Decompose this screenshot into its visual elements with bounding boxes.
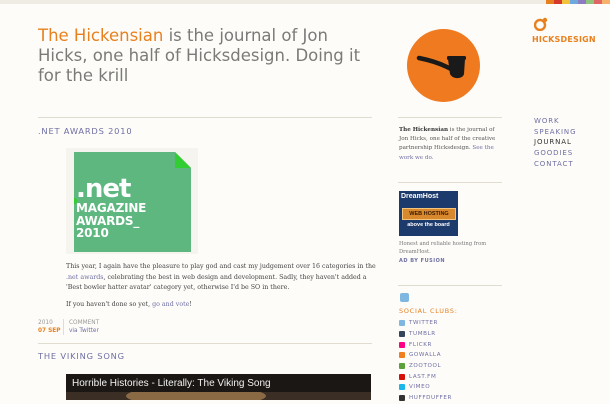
social-item-tumblr: TUMBLR	[399, 329, 452, 340]
post-text: !	[189, 300, 192, 308]
social-item-flickr: FLICKR	[399, 339, 452, 350]
main-nav: WORK SPEAKING JOURNAL GOODIES CONTACT	[534, 116, 576, 170]
social-item-lastfm: LAST.FM	[399, 371, 452, 382]
post-day: 07 SEP	[38, 328, 61, 334]
huffduffer-icon	[399, 395, 405, 402]
social-link-flickr[interactable]: FLICKR	[409, 342, 432, 348]
post-paragraph-1: This year, I again have the pleasure to …	[66, 262, 376, 294]
post-body: This year, I again have the pleasure to …	[66, 262, 376, 316]
social-link-vimeo[interactable]: VIMEO	[409, 384, 430, 390]
social-item-gowalla: GOWALLA	[399, 350, 452, 361]
sidebar-divider-bottom	[398, 285, 502, 286]
zootool-icon	[399, 363, 405, 370]
ad-badge: WEB HOSTING	[402, 208, 456, 220]
lastfm-icon	[399, 373, 405, 380]
post-title[interactable]: .NET AWARDS 2010	[38, 126, 132, 136]
social-item-twitter: TWITTER	[399, 318, 452, 329]
dreamhost-ad[interactable]: DreamHost WEB HOSTING above the board	[399, 191, 458, 236]
post-year: 2010	[38, 320, 53, 326]
tumblr-icon	[399, 331, 405, 338]
post-date: 2010 07 SEP	[38, 319, 62, 335]
social-clubs-heading: SOCIAL CLUBS:	[399, 307, 458, 315]
post-paragraph-2: If you haven't done so yet, go and vote!	[66, 300, 376, 311]
about-blurb: The Hickensian is the journal of Jon Hic…	[399, 126, 503, 163]
badge-net: .net	[76, 174, 131, 204]
post-text: If you haven't done so yet,	[66, 300, 153, 308]
sidebar-divider-middle	[398, 182, 502, 183]
gowalla-icon	[399, 352, 405, 359]
video-title[interactable]: Horrible Histories - Literally: The Viki…	[72, 378, 271, 389]
sidebar-divider-top	[398, 117, 502, 118]
ad-tagline: above the board	[407, 222, 450, 228]
nav-item-journal[interactable]: JOURNAL	[534, 137, 576, 148]
brand-name: HICKSDESIGN	[532, 35, 596, 44]
nav-item-speaking[interactable]: SPEAKING	[534, 127, 576, 138]
nav-item-contact[interactable]: CONTACT	[534, 159, 576, 170]
social-link-huffduffer[interactable]: HUFFDUFFER	[409, 395, 452, 401]
color-strip	[546, 0, 610, 4]
vimeo-icon	[399, 384, 405, 391]
badge-line-3: 2010	[76, 226, 109, 240]
about-site-name: The Hickensian	[399, 127, 449, 133]
comment-block: COMMENT via Twitter	[69, 319, 109, 335]
social-item-zootool: ZOOTOOL	[399, 361, 452, 372]
site-name-link[interactable]: The Hickensian	[38, 26, 163, 45]
post-text: , celebrating the best in web design and…	[66, 273, 367, 292]
hicksdesign-logo[interactable]: HICKSDESIGN	[532, 17, 602, 47]
top-band	[0, 0, 610, 4]
video-player[interactable]: Horrible Histories - Literally: The Viki…	[66, 374, 371, 400]
meta-separator	[63, 319, 64, 335]
post2-title[interactable]: THE VIKING SONG	[38, 351, 125, 361]
social-link-lastfm[interactable]: LAST.FM	[409, 374, 436, 380]
twitter-icon	[399, 320, 405, 327]
post-divider	[38, 343, 372, 344]
pipe-logo-icon	[407, 29, 480, 102]
vote-link[interactable]: go and vote	[152, 301, 189, 308]
social-item-huffduffer: HUFFDUFFER	[399, 393, 452, 404]
ad-logo-text: DreamHost	[401, 193, 439, 200]
ad-by-fusion-link[interactable]: AD BY FUSION	[399, 258, 445, 264]
social-link-zootool[interactable]: ZOOTOOL	[409, 363, 441, 369]
header-divider	[38, 117, 372, 118]
nav-item-work[interactable]: WORK	[534, 116, 576, 127]
ad-caption[interactable]: Honest and reliable hosting from DreamHo…	[399, 240, 499, 256]
badge-line-1: MAGAZINE	[76, 201, 147, 215]
twitter-bird-icon[interactable]	[400, 293, 409, 302]
social-link-tumblr[interactable]: TUMBLR	[409, 331, 436, 337]
masthead: The Hickensian is the journal of Jon Hic…	[38, 26, 378, 86]
nav-item-goodies[interactable]: GOODIES	[534, 148, 576, 159]
flickr-icon	[399, 341, 405, 348]
comment-via-twitter-link[interactable]: via Twitter	[69, 328, 99, 334]
social-list: TWITTER TUMBLR FLICKR GOWALLA ZOOTOOL LA…	[399, 318, 452, 404]
social-link-gowalla[interactable]: GOWALLA	[409, 352, 441, 358]
badge-text: .net MAGAZINE AWARDS_ 2010	[76, 176, 186, 240]
hicksdesign-mark-icon	[534, 17, 548, 31]
social-link-twitter[interactable]: TWITTER	[409, 320, 438, 326]
post-text: This year, I again have the pleasure to …	[66, 263, 376, 270]
comment-label: COMMENT	[69, 320, 100, 326]
net-awards-link[interactable]: .net awards	[66, 274, 104, 281]
social-item-vimeo: VIMEO	[399, 382, 452, 393]
